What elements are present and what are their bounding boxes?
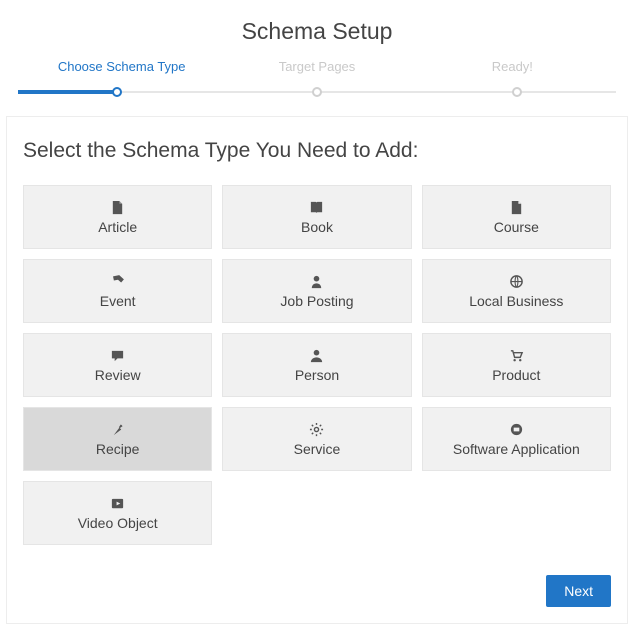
comment-icon [110,348,125,363]
step-dot-3 [512,87,522,97]
schema-card-label: Recipe [96,441,140,457]
step-choose-type[interactable]: Choose Schema Type [24,59,219,86]
schema-card-label: Service [294,441,341,457]
schema-card-label: Article [98,219,137,235]
schema-card-service[interactable]: Service [222,407,411,471]
ticket-icon [110,274,125,289]
schema-card-video-object[interactable]: Video Object [23,481,212,545]
schema-card-course[interactable]: Course [422,185,611,249]
step-ready[interactable]: Ready! [415,59,610,86]
schema-card-job-posting[interactable]: Job Posting [222,259,411,323]
schema-card-label: Review [95,367,141,383]
schema-card-recipe[interactable]: Recipe [23,407,212,471]
schema-card-article[interactable]: Article [23,185,212,249]
stepper: Choose Schema Type Target Pages Ready! [18,59,616,86]
step-label: Ready! [415,59,610,86]
step-dot-1 [112,87,122,97]
step-label: Choose Schema Type [24,59,219,86]
step-label: Target Pages [219,59,414,86]
next-button[interactable]: Next [546,575,611,607]
step-target-pages[interactable]: Target Pages [219,59,414,86]
schema-card-label: Person [295,367,339,383]
schema-card-label: Event [100,293,136,309]
user-icon [309,348,324,363]
schema-card-label: Local Business [469,293,563,309]
gear-icon [309,422,324,437]
schema-card-local-business[interactable]: Local Business [422,259,611,323]
schema-grid: Article Book Course Event Job Posting Local B… [23,185,611,545]
page-title: Schema Setup [0,0,634,59]
schema-card-event[interactable]: Event [23,259,212,323]
file-icon [110,200,125,215]
schema-card-book[interactable]: Book [222,185,411,249]
desktop-icon [509,422,524,437]
carrot-icon [110,422,125,437]
user-plus-icon [309,274,324,289]
schema-card-label: Software Application [453,441,580,457]
schema-card-product[interactable]: Product [422,333,611,397]
schema-card-software-application[interactable]: Software Application [422,407,611,471]
cart-icon [509,348,524,363]
schema-card-label: Job Posting [280,293,353,309]
schema-card-label: Product [492,367,540,383]
globe-icon [509,274,524,289]
stepper-track [18,86,616,98]
main-panel: Select the Schema Type You Need to Add: … [6,116,628,624]
schema-card-label: Video Object [78,515,158,531]
play-icon [110,496,125,511]
schema-card-label: Book [301,219,333,235]
book-icon [309,200,324,215]
step-dot-2 [312,87,322,97]
panel-heading: Select the Schema Type You Need to Add: [23,139,611,163]
schema-card-label: Course [494,219,539,235]
schema-card-person[interactable]: Person [222,333,411,397]
page-icon [509,200,524,215]
schema-card-review[interactable]: Review [23,333,212,397]
